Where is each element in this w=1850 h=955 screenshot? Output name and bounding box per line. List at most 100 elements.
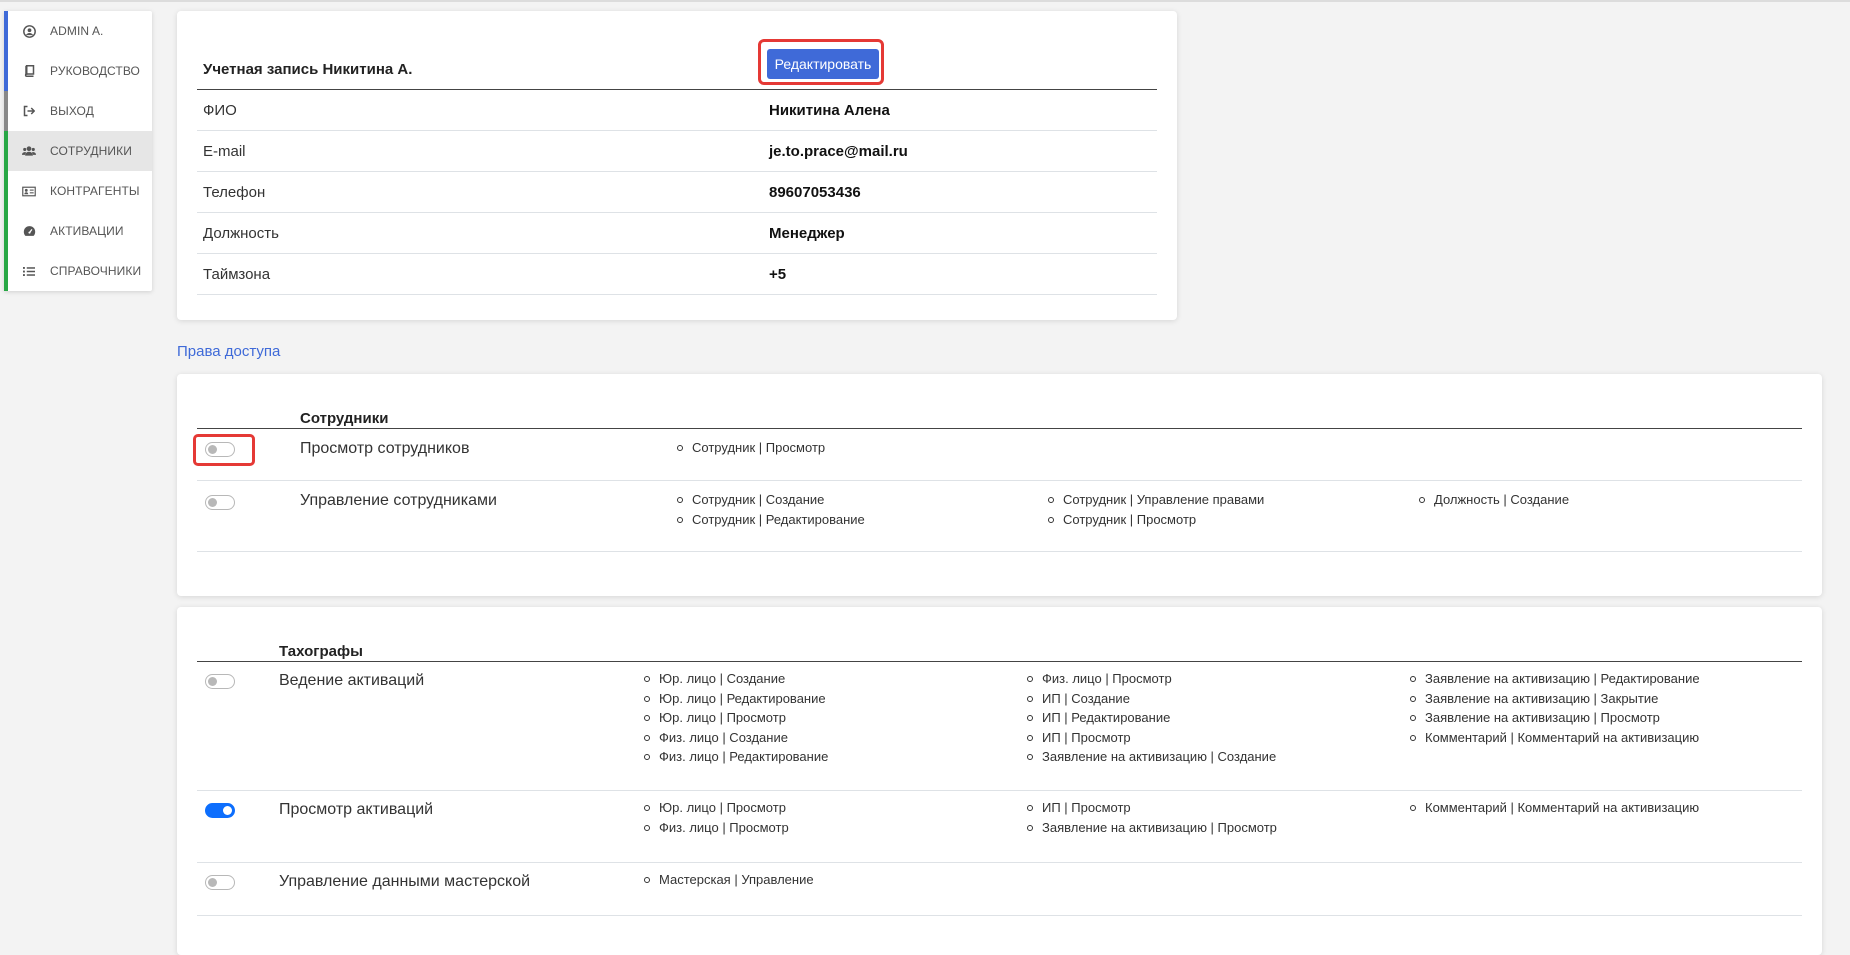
group-title: Сотрудники <box>300 410 389 427</box>
account-row-phone: Телефон 89607053436 <box>197 172 1157 213</box>
permission-list: Сотрудник | Просмотр <box>675 438 825 458</box>
toggle-knob <box>208 445 217 454</box>
sidebar-item-references[interactable]: СПРАВОЧНИКИ <box>4 251 152 291</box>
sidebar-item-marker <box>4 171 8 211</box>
permission-toggle[interactable] <box>205 495 235 510</box>
sidebar-item-marker <box>4 11 8 51</box>
top-divider <box>0 0 1850 2</box>
id-card-icon <box>22 184 36 198</box>
user-circle-icon <box>22 24 36 38</box>
field-value: Никитина Алена <box>769 102 890 119</box>
sidebar-item-label: СОТРУДНИКИ <box>50 144 132 158</box>
edit-button[interactable]: Редактировать <box>767 49 879 79</box>
list-icon <box>22 264 36 278</box>
permission-toggle[interactable] <box>205 803 235 818</box>
sidebar-item-admin[interactable]: ADMIN A. <box>4 11 152 51</box>
list-item: ИП | Просмотр <box>1025 798 1277 818</box>
list-item: Юр. лицо | Создание <box>642 669 828 689</box>
list-item: Юр. лицо | Просмотр <box>642 798 789 818</box>
toggle-knob <box>208 878 217 887</box>
permission-list: Сотрудник | Создание Сотрудник | Редакти… <box>675 490 865 529</box>
list-item: Мастерская | Управление <box>642 870 814 890</box>
list-item: Физ. лицо | Редактирование <box>642 747 828 767</box>
permission-row: Просмотр активаций Юр. лицо | Просмотр Ф… <box>197 790 1802 863</box>
sidebar-item-contractors[interactable]: КОНТРАГЕНТЫ <box>4 171 152 211</box>
group-header: Сотрудники <box>197 394 1802 429</box>
sidebar-item-marker <box>4 251 8 291</box>
group-title: Тахографы <box>279 643 363 660</box>
account-row-email: E-mail je.to.prace@mail.ru <box>197 131 1157 172</box>
permission-list: Заявление на активизацию | Редактировани… <box>1408 669 1700 747</box>
account-row-position: Должность Менеджер <box>197 213 1157 254</box>
account-table: Учетная запись Никитина А. Редактировать… <box>197 39 1157 295</box>
list-item: Физ. лицо | Просмотр <box>642 818 789 838</box>
list-item: Заявление на активизацию | Просмотр <box>1025 818 1277 838</box>
list-item: Заявление на активизацию | Просмотр <box>1408 708 1700 728</box>
toggle-knob <box>223 806 232 815</box>
sidebar-item-employees[interactable]: СОТРУДНИКИ <box>4 131 152 171</box>
permission-toggle[interactable] <box>205 442 235 457</box>
sidebar-item-marker <box>4 131 8 171</box>
toggle-knob <box>208 677 217 686</box>
field-label: E-mail <box>203 143 246 160</box>
account-header: Учетная запись Никитина А. Редактировать <box>197 39 1157 90</box>
permissions-card-tachographs: Тахографы Ведение активаций Юр. лицо | С… <box>177 607 1822 955</box>
list-item: Физ. лицо | Просмотр <box>1025 669 1276 689</box>
field-value: je.to.prace@mail.ru <box>769 143 908 160</box>
permission-label: Просмотр сотрудников <box>300 440 470 457</box>
list-item: Сотрудник | Создание <box>675 490 865 510</box>
account-title: Учетная запись Никитина А. <box>203 61 413 78</box>
permission-list: ИП | Просмотр Заявление на активизацию |… <box>1025 798 1277 837</box>
list-item: Заявление на активизацию | Создание <box>1025 747 1276 767</box>
list-item: ИП | Просмотр <box>1025 728 1276 748</box>
sidebar-item-label: ВЫХОД <box>50 104 94 118</box>
account-row-fio: ФИО Никитина Алена <box>197 90 1157 131</box>
permission-toggle[interactable] <box>205 674 235 689</box>
sidebar-item-activations[interactable]: АКТИВАЦИИ <box>4 211 152 251</box>
permissions-card-employees: Сотрудники Просмотр сотрудников Сотрудни… <box>177 374 1822 596</box>
permission-list: Комментарий | Комментарий на активизацию <box>1408 798 1699 818</box>
permission-label: Управление сотрудниками <box>300 492 497 509</box>
list-item: Сотрудник | Просмотр <box>675 438 825 458</box>
field-label: Телефон <box>203 184 266 201</box>
account-row-timezone: Таймзона +5 <box>197 254 1157 295</box>
list-item: Юр. лицо | Редактирование <box>642 689 828 709</box>
field-value: 89607053436 <box>769 184 861 201</box>
sidebar-item-manual[interactable]: РУКОВОДСТВО <box>4 51 152 91</box>
list-item: ИП | Редактирование <box>1025 708 1276 728</box>
group-header: Тахографы <box>197 627 1802 662</box>
list-item: Заявление на активизацию | Редактировани… <box>1408 669 1700 689</box>
permission-list: Физ. лицо | Просмотр ИП | Создание ИП | … <box>1025 669 1276 767</box>
list-item: Юр. лицо | Просмотр <box>642 708 828 728</box>
sidebar-item-marker <box>4 211 8 251</box>
sidebar-item-label: ADMIN A. <box>50 24 104 38</box>
field-label: Таймзона <box>203 266 271 283</box>
book-icon <box>22 64 36 78</box>
sidebar-item-label: РУКОВОДСТВО <box>50 64 140 78</box>
permission-list: Сотрудник | Управление правами Сотрудник… <box>1046 490 1264 529</box>
permission-row: Просмотр сотрудников Сотрудник | Просмот… <box>193 428 1802 481</box>
toggle-knob <box>208 498 217 507</box>
sidebar-item-marker <box>4 51 8 91</box>
permission-label: Просмотр активаций <box>279 801 434 818</box>
sign-out-icon <box>22 104 36 118</box>
list-item: Физ. лицо | Создание <box>642 728 828 748</box>
field-label: Должность <box>203 225 279 242</box>
field-label: ФИО <box>203 102 237 119</box>
permission-toggle[interactable] <box>205 875 235 890</box>
tachometer-icon <box>22 224 36 238</box>
permission-row: Ведение активаций Юр. лицо | Создание Юр… <box>197 661 1802 791</box>
permission-label: Управление данными мастерской <box>279 873 531 890</box>
sidebar-item-label: КОНТРАГЕНТЫ <box>50 184 140 198</box>
list-item: Комментарий | Комментарий на активизацию <box>1408 798 1699 818</box>
permission-list: Юр. лицо | Просмотр Физ. лицо | Просмотр <box>642 798 789 837</box>
account-card: Учетная запись Никитина А. Редактировать… <box>177 11 1177 320</box>
sidebar-item-label: СПРАВОЧНИКИ <box>50 264 142 278</box>
field-value: Менеджер <box>769 225 845 242</box>
permission-list: Мастерская | Управление <box>642 870 814 890</box>
permission-list: Должность | Создание <box>1417 490 1569 510</box>
sidebar-item-logout[interactable]: ВЫХОД <box>4 91 152 131</box>
access-rights-title: Права доступа <box>177 343 281 360</box>
permission-list: Юр. лицо | Создание Юр. лицо | Редактиро… <box>642 669 828 767</box>
permission-row: Управление данными мастерской Мастерская… <box>197 862 1802 916</box>
